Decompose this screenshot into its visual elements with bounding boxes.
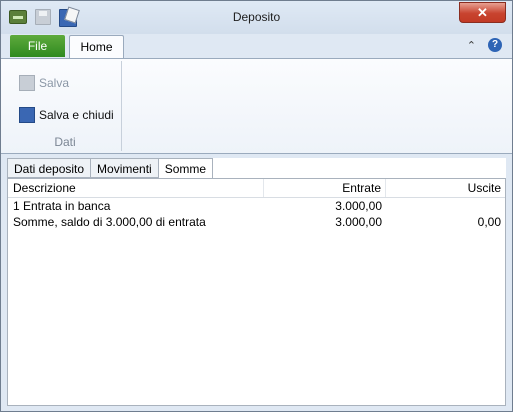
save-label: Salva	[39, 76, 70, 90]
header-uscite[interactable]: Uscite	[386, 179, 505, 197]
window-title: Deposito	[232, 10, 281, 24]
help-icon[interactable]: ?	[488, 38, 502, 52]
window: Deposito ✕ File Home ⌃ ? Salva Salva e c…	[0, 0, 513, 412]
title-bar: Deposito ✕	[1, 1, 512, 34]
tab-home[interactable]: Home	[69, 35, 124, 58]
table-header: Descrizione Entrate Uscite	[8, 179, 505, 198]
tab-somme[interactable]: Somme	[157, 158, 214, 179]
tab-movimenti[interactable]: Movimenti	[90, 158, 158, 178]
cell-entrate: 3.000,00	[335, 215, 382, 229]
close-button[interactable]: ✕	[459, 2, 506, 23]
tab-file[interactable]: File	[10, 35, 65, 57]
ribbon-controls: ⌃ ?	[467, 38, 502, 52]
table-row[interactable]: Somme, saldo di 3.000,00 di entrata 3.00…	[8, 214, 505, 230]
minimize-ribbon-icon[interactable]: ⌃	[467, 39, 476, 52]
ribbon-panel: Salva Salva e chiudi Dati	[1, 58, 512, 154]
table-row[interactable]: 1 Entrata in banca 3.000,00	[8, 198, 505, 214]
cell-descrizione: Somme, saldo di 3.000,00 di entrata	[13, 215, 206, 229]
save-and-close-label: Salva e chiudi	[39, 108, 114, 122]
save-and-close-icon	[19, 107, 35, 123]
save-icon	[19, 75, 35, 91]
save-and-close-button[interactable]: Salva e chiudi	[19, 107, 114, 123]
header-descrizione[interactable]: Descrizione	[8, 179, 264, 197]
content-area: Dati deposito Movimenti Somme Descrizion…	[7, 158, 506, 406]
ribbon-tabs: File Home ⌃ ?	[1, 34, 512, 58]
tab-dati-deposito[interactable]: Dati deposito	[7, 158, 91, 178]
cell-uscite	[386, 198, 505, 214]
group-label: Dati	[54, 135, 76, 149]
header-entrate[interactable]: Entrate	[264, 179, 386, 197]
cell-entrate: 3.000,00	[335, 199, 382, 213]
cell-descrizione: 1 Entrata in banca	[13, 199, 111, 213]
ribbon-group-dati: Salva Salva e chiudi Dati	[9, 61, 122, 151]
save-button: Salva	[19, 75, 69, 91]
subtabs: Dati deposito Movimenti Somme	[7, 158, 214, 179]
cell-uscite: 0,00	[477, 215, 501, 229]
somme-table: Descrizione Entrate Uscite 1 Entrata in …	[7, 178, 506, 406]
